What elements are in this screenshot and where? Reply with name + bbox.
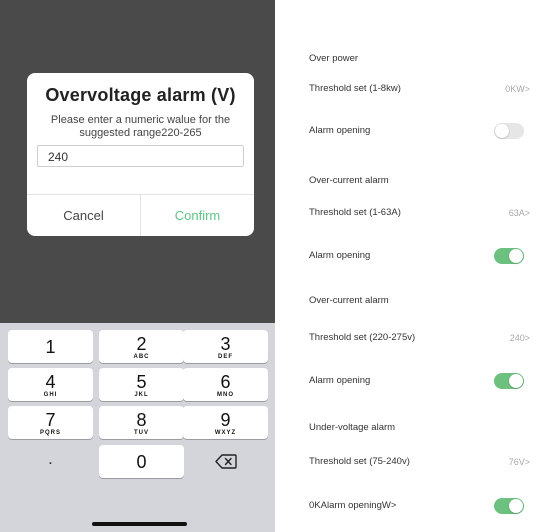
alarm-opening-row-current: Alarm opening xyxy=(286,245,536,267)
key-0[interactable]: 0 xyxy=(99,445,184,478)
key-letters: PQRS xyxy=(39,430,61,436)
key-letters: GHI xyxy=(43,392,58,398)
key-9[interactable]: 9 WXYZ xyxy=(183,406,268,439)
dialog-title: Overvoltage alarm (V) xyxy=(45,85,236,105)
alarm-toggle-undervoltage[interactable] xyxy=(494,498,524,514)
phone-screen: Overvoltage alarm (V) Please enter a num… xyxy=(0,0,275,532)
key-letters: TUV xyxy=(134,430,149,436)
alarm-settings-list: Over power Threshold set (1-8kw) 0KW> Al… xyxy=(286,0,536,532)
alarm-opening-row-undervoltage: 0KAlarm openingW> xyxy=(286,495,536,517)
key-letters: ABC xyxy=(133,354,150,360)
key-number: 5 xyxy=(136,372,147,392)
alarm-opening-label: Alarm opening xyxy=(309,125,371,136)
key-number: 3 xyxy=(220,334,231,354)
key-5[interactable]: 5 JKL xyxy=(99,368,184,401)
threshold-row-undervoltage[interactable]: Threshold set (75-240v) 76V> xyxy=(286,451,536,473)
overvoltage-dialog: Overvoltage alarm (V) Please enter a num… xyxy=(27,73,254,236)
key-number: 9 xyxy=(220,410,231,430)
backspace-icon xyxy=(214,454,237,469)
alarm-opening-label: Alarm opening xyxy=(309,375,371,386)
alarm-toggle-overvoltage[interactable] xyxy=(494,373,524,389)
key-number: 4 xyxy=(45,372,56,392)
section-header-over-current: Over-current alarm xyxy=(286,170,536,192)
alarm-toggle-current[interactable] xyxy=(494,248,524,264)
key-3[interactable]: 3 DEF xyxy=(183,330,268,363)
toggle-knob xyxy=(509,249,523,263)
key-number: 2 xyxy=(136,334,147,354)
alarm-toggle-power[interactable] xyxy=(494,123,524,139)
section-header-over-current-2: Over-current alarm xyxy=(286,290,536,312)
threshold-row-overvoltage[interactable]: Threshold set (220-275v) 240> xyxy=(286,327,536,349)
key-letters: JKL xyxy=(134,392,149,398)
threshold-value: 240> xyxy=(509,333,530,343)
threshold-input[interactable] xyxy=(37,145,244,167)
section-label: Under-voltage alarm xyxy=(309,422,396,433)
key-6[interactable]: 6 MNO xyxy=(183,368,268,401)
alarm-opening-label: Alarm opening xyxy=(309,250,371,261)
key-number: 7 xyxy=(45,410,56,430)
key-letters: WXYZ xyxy=(214,430,237,436)
threshold-label: Threshold set (1-8kw) xyxy=(309,83,401,94)
key-number: 0 xyxy=(136,452,147,472)
toggle-knob xyxy=(509,499,523,513)
key-8[interactable]: 8 TUV xyxy=(99,406,184,439)
toggle-knob xyxy=(495,124,509,138)
key-letters: MNO xyxy=(217,392,234,398)
key-1[interactable]: 1 xyxy=(8,330,93,363)
section-label: Over-current alarm xyxy=(309,295,389,306)
key-dot[interactable]: . xyxy=(8,445,93,478)
threshold-label: Threshold set (75-240v) xyxy=(309,456,410,467)
key-number: 1 xyxy=(45,337,56,357)
key-number: 8 xyxy=(136,410,147,430)
toggle-knob xyxy=(509,374,523,388)
section-header-under-voltage: Under-voltage alarm xyxy=(286,417,536,439)
threshold-row-current[interactable]: Threshold set (1-63A) 63A> xyxy=(286,202,536,224)
threshold-value: 76V> xyxy=(508,457,530,467)
key-letters: DEF xyxy=(218,354,233,360)
threshold-label: Threshold set (220-275v) xyxy=(309,332,416,343)
cancel-button[interactable]: Cancel xyxy=(27,195,140,236)
section-label: Over-current alarm xyxy=(309,175,389,186)
section-header-over-power: Over power xyxy=(286,48,536,70)
key-7[interactable]: 7 PQRS xyxy=(8,406,93,439)
threshold-label: Threshold set (1-63A) xyxy=(309,207,401,218)
threshold-value: 0KW> xyxy=(505,84,530,94)
alarm-opening-row-power: Alarm opening xyxy=(286,120,536,142)
key-number: 6 xyxy=(220,372,231,392)
confirm-button[interactable]: Confirm xyxy=(141,195,254,236)
threshold-row-power[interactable]: Threshold set (1-8kw) 0KW> xyxy=(286,78,536,100)
key-2[interactable]: 2 ABC xyxy=(99,330,184,363)
key-4[interactable]: 4 GHI xyxy=(8,368,93,401)
alarm-opening-row-overvoltage: Alarm opening xyxy=(286,370,536,392)
home-indicator[interactable] xyxy=(92,522,187,526)
alarm-opening-label: 0KAlarm openingW> xyxy=(309,500,397,511)
numeric-keypad: 1 2 ABC 3 DEF 4 GHI 5 JKL 6 MNO 7 PQRS 8 xyxy=(0,323,275,532)
section-label: Over power xyxy=(309,53,359,64)
backspace-key[interactable] xyxy=(183,445,268,478)
threshold-value: 63A> xyxy=(508,208,530,218)
dialog-message: Please enter a numeric walue for the sug… xyxy=(50,114,231,139)
